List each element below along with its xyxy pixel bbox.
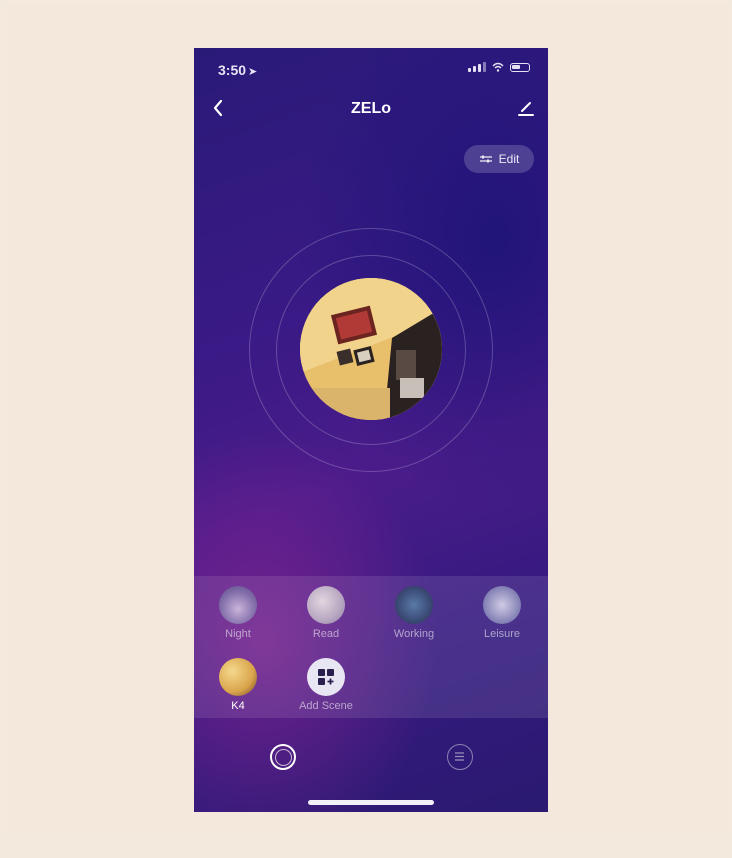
room-photo-image <box>300 278 442 420</box>
add-scene-button[interactable]: Add Scene <box>286 658 366 712</box>
scene-read-label: Read <box>312 628 340 640</box>
scene-leisure-label: Leisure <box>483 628 521 640</box>
edit-label: Edit <box>498 152 520 166</box>
scene-night-thumb <box>219 586 257 624</box>
scene-read-thumb <box>307 586 345 624</box>
scene-k4[interactable]: K4 <box>198 658 278 712</box>
tab-menu[interactable] <box>447 744 473 770</box>
scene-working-label: Working <box>393 628 435 640</box>
scene-photo[interactable] <box>300 278 442 420</box>
add-scene-label: Add Scene <box>299 700 353 712</box>
status-time-text: 3:50 <box>218 62 247 78</box>
scene-leisure-thumb <box>483 586 521 624</box>
status-icons <box>468 62 530 72</box>
sliders-icon <box>479 155 492 163</box>
status-bar: 3:50 ➤ <box>194 48 548 88</box>
wifi-icon <box>492 62 504 72</box>
location-arrow-icon: ➤ <box>248 66 258 78</box>
edit-name-button[interactable] <box>514 96 538 120</box>
status-time: 3:50 ➤ <box>218 62 257 78</box>
ring-icon <box>275 749 292 766</box>
home-indicator[interactable] <box>308 800 434 805</box>
battery-icon <box>510 62 530 72</box>
scene-leisure[interactable]: Leisure <box>462 586 542 640</box>
menu-circle-icon <box>455 752 464 761</box>
scene-panel: Night Read Working Leisure K4 Add Scene <box>194 576 548 718</box>
scene-night-label: Night <box>225 628 251 640</box>
phone-screen: 3:50 ➤ ZELo Edit Night Read Working Leis… <box>194 48 548 812</box>
tab-light[interactable] <box>270 744 296 770</box>
scene-read[interactable]: Read <box>286 586 366 640</box>
scene-k4-label: K4 <box>231 700 245 712</box>
add-scene-thumb <box>307 658 345 696</box>
nav-bar: ZELo <box>194 94 548 124</box>
scene-working-thumb <box>395 586 433 624</box>
scene-night[interactable]: Night <box>198 586 278 640</box>
page-title: ZELo <box>351 100 391 117</box>
scene-working[interactable]: Working <box>374 586 454 640</box>
grid-plus-icon <box>318 669 334 685</box>
scene-k4-thumb <box>219 658 257 696</box>
edit-button[interactable]: Edit <box>464 145 534 173</box>
tab-bar <box>194 724 548 794</box>
pencil-icon <box>518 102 534 116</box>
signal-icon <box>468 62 486 72</box>
